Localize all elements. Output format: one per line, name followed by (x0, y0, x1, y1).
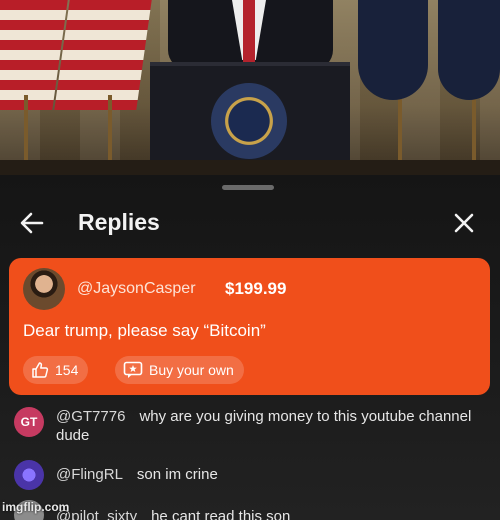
buy-your-own-label: Buy your own (149, 362, 234, 378)
comment-username[interactable]: @FlingRL (56, 466, 123, 483)
close-icon[interactable] (450, 209, 478, 237)
flag-pole (398, 95, 402, 170)
watermark: imgflip.com (2, 500, 70, 514)
comment-text: @pilot_sixty he cant read this son (56, 507, 486, 520)
super-chat-icon (123, 361, 143, 379)
comment-username[interactable]: @GT7776 (56, 408, 125, 425)
navy-flag (358, 0, 428, 100)
replies-panel: Replies @JaysonCasper $199.99 Dear trump… (0, 175, 500, 520)
comment-body: he cant read this son (151, 508, 291, 520)
thumbs-up-icon (31, 361, 49, 379)
avatar[interactable]: GT (14, 407, 44, 437)
video-player[interactable] (0, 0, 500, 175)
flag-pole (24, 95, 28, 170)
comment-text: @FlingRL son im crine (56, 465, 486, 484)
flag-pole (108, 95, 112, 170)
flag-pole (472, 95, 476, 170)
drag-handle[interactable] (222, 185, 274, 190)
back-arrow-icon[interactable] (18, 209, 46, 237)
panel-header: Replies (0, 201, 500, 245)
like-button[interactable]: 154 (23, 356, 89, 384)
speaker-tie (243, 0, 255, 62)
us-flag (54, 0, 152, 110)
avatar[interactable] (14, 460, 44, 490)
avatar[interactable] (23, 268, 65, 310)
like-count: 154 (55, 362, 79, 378)
presidential-seal (211, 83, 287, 159)
super-chat-username[interactable]: @JaysonCasper (77, 280, 196, 298)
super-chat-amount: $199.99 (225, 279, 287, 298)
super-chat-card: @JaysonCasper $199.99 Dear trump, please… (9, 258, 490, 395)
comment-body: son im crine (136, 466, 218, 483)
page-title: Replies (78, 209, 160, 235)
super-chat-message: Dear trump, please say “Bitcoin” (23, 321, 266, 340)
floor (0, 160, 500, 175)
buy-your-own-button[interactable]: Buy your own (115, 356, 244, 384)
navy-flag (438, 0, 500, 100)
comment-text: @GT7776 why are you giving money to this … (56, 407, 486, 445)
